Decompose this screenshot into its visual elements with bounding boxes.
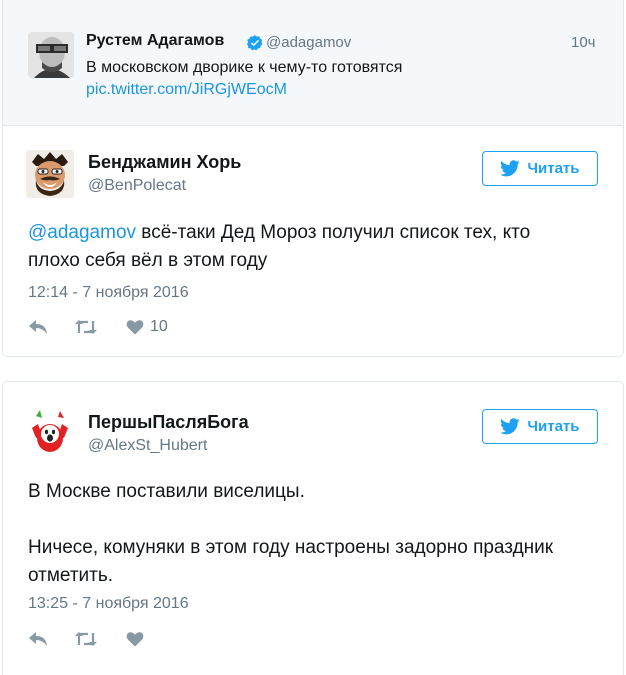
retweet-button[interactable] xyxy=(74,631,126,647)
tweet-actions xyxy=(28,627,144,651)
quoted-author-name[interactable]: Рустем Адагамов xyxy=(86,32,224,50)
quoted-pic-link[interactable]: pic.twitter.com/JiRGjWEocM xyxy=(86,79,287,101)
heart-icon xyxy=(126,632,144,647)
author-handle[interactable]: @AlexSt_Hubert xyxy=(88,437,207,455)
quoted-timestamp[interactable]: 10ч xyxy=(571,34,596,51)
verified-badge-icon xyxy=(246,35,263,51)
author-name[interactable]: ПершыПасляБога xyxy=(88,412,249,433)
tweet-card-1: Рустем Адагамов @adagamov 10ч В московск… xyxy=(2,0,624,357)
like-button[interactable]: 10 xyxy=(126,318,168,336)
follow-label: Читать xyxy=(527,160,580,177)
reply-button[interactable] xyxy=(28,319,74,335)
reply-icon xyxy=(29,632,47,646)
quoted-avatar[interactable] xyxy=(28,32,74,78)
like-button[interactable] xyxy=(126,631,144,647)
tweet-paragraph-2-line2: отметить. xyxy=(28,565,114,586)
twitter-bird-icon xyxy=(500,160,521,177)
quoted-author-handle[interactable]: @adagamov xyxy=(266,34,351,51)
twitter-bird-icon xyxy=(500,418,521,435)
author-avatar[interactable] xyxy=(26,150,74,198)
tweet-actions: 10 xyxy=(28,315,168,339)
reply-button[interactable] xyxy=(28,631,74,647)
author-name[interactable]: Бенджамин Хорь xyxy=(88,152,241,173)
mention-link[interactable]: @adagamov xyxy=(28,222,136,243)
retweet-button[interactable] xyxy=(74,319,126,335)
tweet-paragraph-1: В Москве поставили виселицы. xyxy=(28,481,305,502)
quoted-tweet-text: В московском дворике к чему-то готовятся xyxy=(86,59,403,76)
tweet-text: В Москве поставили виселицы. Ничесе, ком… xyxy=(28,478,598,590)
like-count: 10 xyxy=(150,318,168,335)
quoted-tweet[interactable]: Рустем Адагамов @adagamov 10ч В московск… xyxy=(3,0,623,126)
tweet-timestamp[interactable]: 12:14 - 7 ноября 2016 xyxy=(28,284,189,302)
author-handle[interactable]: @BenPolecat xyxy=(88,177,186,195)
tweet-text: @adagamov всё-таки Дед Мороз получил спи… xyxy=(28,219,598,275)
reply-icon xyxy=(29,320,47,334)
retweet-icon xyxy=(75,632,97,646)
tweet-timestamp[interactable]: 13:25 - 7 ноября 2016 xyxy=(28,595,189,613)
tweet-paragraph-2-line1: Ничесе, комуняки в этом году настроены з… xyxy=(28,537,554,558)
heart-icon xyxy=(126,320,144,335)
tweet-text-line1: всё-таки Дед Мороз получил список тех, к… xyxy=(136,222,531,243)
tweet-card-2: ПершыПасляБога @AlexSt_Hubert Читать В М… xyxy=(2,381,624,675)
tweet-text-line2: плохо себя вёл в этом году xyxy=(28,250,268,271)
follow-button[interactable]: Читать xyxy=(482,151,598,186)
retweet-icon xyxy=(75,320,97,334)
follow-button[interactable]: Читать xyxy=(482,409,598,444)
follow-label: Читать xyxy=(527,418,580,435)
author-avatar[interactable] xyxy=(26,408,74,456)
